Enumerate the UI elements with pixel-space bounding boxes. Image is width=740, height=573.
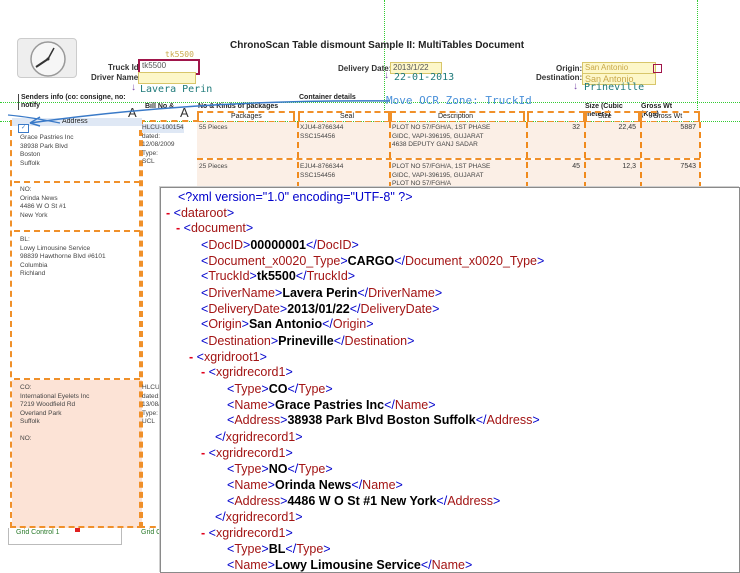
down-arrow-icon: ↓ xyxy=(384,70,389,81)
truck-id-value: tk5500 xyxy=(142,61,167,70)
grid-outline xyxy=(8,528,122,545)
row-divider xyxy=(14,230,140,232)
table-cell-weight: 5887 xyxy=(680,124,696,131)
destination-ocr: Prineville xyxy=(584,82,645,93)
xml-viewer-panel[interactable]: <?xml version="1.0" encoding="UTF-8" ?> … xyxy=(160,187,740,573)
table-cell-packages: 25 Pieces xyxy=(199,163,228,170)
sender-block: NO: Orinda News 4486 W O St #1 New York xyxy=(20,186,67,219)
table-cell-size: 22,45 xyxy=(618,124,636,131)
guide-line-vertical xyxy=(697,0,698,110)
collapse-toggle-icon: - xyxy=(201,445,206,460)
clock-logo xyxy=(17,38,77,78)
table-cell-container: EJU4-8766344 SSC154456 xyxy=(300,163,344,179)
document-title: ChronoScan Table dismount Sample II: Mul… xyxy=(230,40,525,51)
table-cell-gross: 45 xyxy=(572,163,580,170)
column-divider xyxy=(526,122,528,188)
row-divider xyxy=(197,158,700,160)
row-divider xyxy=(14,181,140,183)
collapse-toggle-icon: - xyxy=(201,365,206,380)
sender-block: BL: Lowy Limousine Service 98839 Hawthor… xyxy=(20,236,106,277)
down-arrow-icon: ↓ xyxy=(131,82,136,93)
move-arrow-icon xyxy=(7,100,391,127)
truck-id-label: Truck Id xyxy=(108,63,139,72)
origin-label: Origin: xyxy=(556,64,583,73)
origin-selection-marker xyxy=(653,64,662,73)
sender-block: CO: International Eyelets Inc 7219 Woodf… xyxy=(20,384,90,442)
truck-id-ocr: tk5500 xyxy=(165,50,194,59)
guide-line-vertical xyxy=(384,0,385,110)
driver-name-label: Driver Name: xyxy=(91,73,141,82)
column-divider xyxy=(699,122,701,188)
collapse-toggle-icon: - xyxy=(176,221,181,236)
column-divider xyxy=(640,122,642,188)
collapse-toggle-icon: - xyxy=(201,526,206,541)
collapse-toggle-icon: - xyxy=(189,349,194,364)
delivery-date-ocr: 22-01-2013 xyxy=(394,72,455,83)
collapse-toggle-icon: - xyxy=(166,205,171,220)
down-arrow-icon: ↓ xyxy=(573,81,578,92)
driver-name-field[interactable] xyxy=(138,72,196,84)
table-cell-gross: 32 xyxy=(572,124,580,131)
table-cell-description: PLOT NO 57/FGH/A, 1ST PHASE GIDC, VAPI-39… xyxy=(392,124,491,148)
bill-block: HLCU- dated: 13/08/ Type: UCL xyxy=(142,384,162,425)
driver-name-ocr: Lavera Perin xyxy=(140,84,213,95)
clock-icon xyxy=(30,41,66,77)
subheader-size: Size xyxy=(598,113,612,120)
subheader-description: Description xyxy=(438,113,474,120)
table-cell-size: 12,3 xyxy=(622,163,636,170)
table-cell-description: PLOT NO 57/FGH/A, 1ST PHASE GIDC, VAPI-39… xyxy=(392,163,491,187)
xml-record-name: <Name>Lowy Limousine Service</Name> xyxy=(227,557,473,572)
move-ocr-zone-label: Move OCR Zone: TruckId xyxy=(386,94,532,107)
column-divider xyxy=(584,122,586,188)
subheader-gross-wt: Gross Wt xyxy=(653,113,683,120)
row-divider xyxy=(14,378,140,380)
table-cell-weight: 7543 xyxy=(680,163,696,170)
sender-block: Grace Pastries Inc 38938 Park Blvd Bosto… xyxy=(20,134,74,167)
